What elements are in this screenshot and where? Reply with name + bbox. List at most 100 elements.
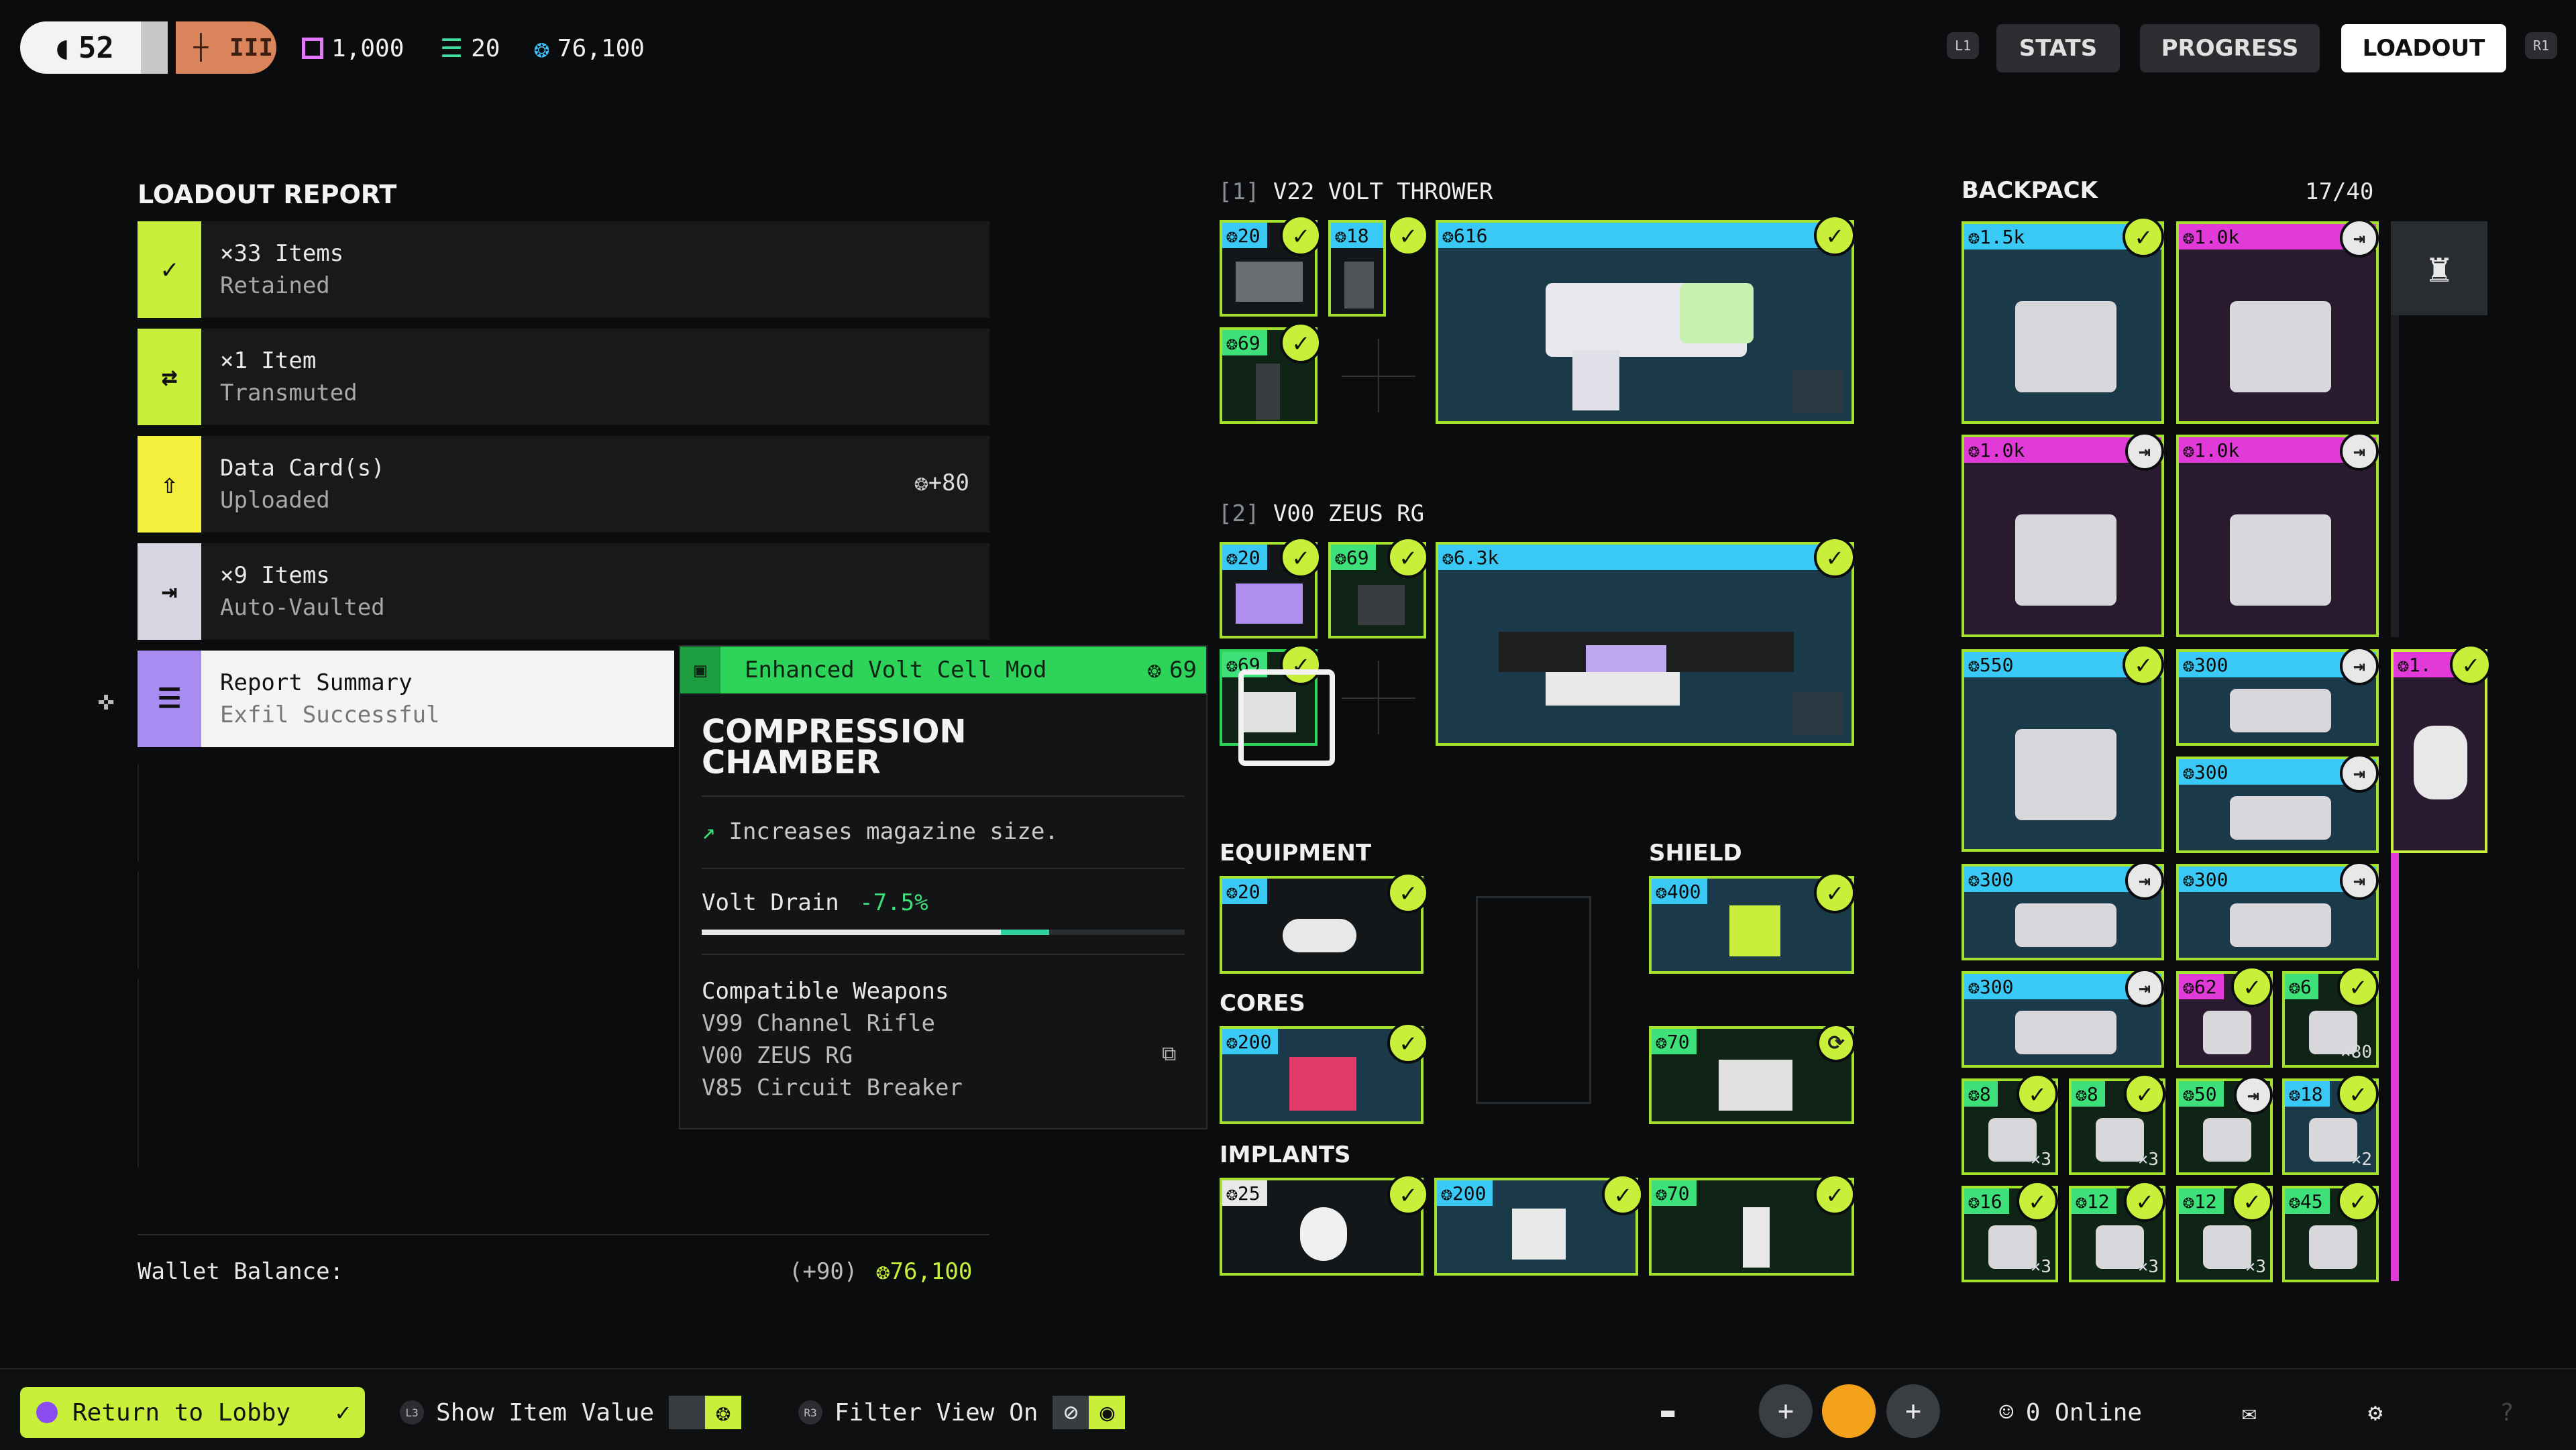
filter-view-toggle[interactable]: R3 Filter View On ⊘ ◉ xyxy=(798,1387,1126,1438)
item-image xyxy=(2015,729,2116,820)
shield-icon xyxy=(1729,905,1780,956)
shield-value: ❂ 400 xyxy=(1652,879,1708,904)
check-icon: ✓ xyxy=(335,1398,350,1427)
vault-icon: ⇥ xyxy=(2340,219,2379,258)
weapon-slot: [2] xyxy=(1218,500,1260,527)
credits-icon: ❂ xyxy=(1147,657,1162,683)
item-value: ❂6 xyxy=(2285,974,2318,999)
mod-image xyxy=(1358,585,1405,625)
weapon-2-main-slot[interactable]: ❂ 6.3k xyxy=(1436,542,1854,746)
item-image xyxy=(1988,1225,2037,1269)
upload-icon: ⇧ xyxy=(138,436,201,533)
item-quantity: ×3 xyxy=(2030,1257,2051,1277)
check-icon: ✓ xyxy=(1814,872,1856,913)
grid-icon xyxy=(669,1396,706,1429)
implant-image xyxy=(1300,1207,1347,1261)
return-label: Return to Lobby xyxy=(72,1398,291,1427)
report-row-transmuted[interactable]: ⇄ ×1 Item Transmuted xyxy=(138,329,989,425)
online-friends[interactable]: ☺ 0 Online xyxy=(1999,1387,2142,1438)
mod-image xyxy=(1256,364,1280,420)
return-to-lobby-button[interactable]: Return to Lobby ✓ xyxy=(20,1387,365,1438)
value-text: 69 xyxy=(1346,546,1369,569)
help-icon[interactable]: ? xyxy=(2500,1387,2514,1438)
wallet-balance: ❂76,100 xyxy=(876,1258,972,1285)
backpack-scrollbar[interactable] xyxy=(2391,315,2399,637)
check-icon: ✓ xyxy=(1280,215,1322,256)
implant-image xyxy=(1743,1207,1770,1268)
credits-value: 76,100 xyxy=(557,34,645,62)
item-value: ❂62 xyxy=(2179,974,2224,999)
vault-icon: ⇥ xyxy=(2125,432,2164,471)
mail-icon[interactable]: ✉ xyxy=(2242,1387,2257,1438)
vault-icon: ⇥ xyxy=(138,543,201,640)
report-row-vaulted[interactable]: ⇥ ×9 Items Auto-Vaulted xyxy=(138,543,989,640)
avatar[interactable] xyxy=(1822,1384,1876,1438)
shield-title: SHIELD xyxy=(1649,840,1742,867)
stat-bar xyxy=(702,930,1185,935)
tab-progress[interactable]: PROGRESS xyxy=(2140,24,2320,72)
item-image xyxy=(1988,1118,2037,1162)
tab-stats[interactable]: STATS xyxy=(1996,24,2120,72)
stack-icon: ☰ xyxy=(440,34,464,63)
show-item-value-toggle[interactable]: L3 Show Item Value ❂ xyxy=(400,1387,742,1438)
player-silhouette-icon[interactable]: ♜ xyxy=(2391,221,2487,315)
row-line2: Auto-Vaulted xyxy=(220,594,385,621)
item-image xyxy=(2414,726,2467,799)
row-line2: Transmuted xyxy=(220,380,358,406)
credits-icon: ❂ xyxy=(705,1396,742,1429)
weapon-value: ❂ 6.3k xyxy=(1438,545,1851,570)
check-icon: ✓ xyxy=(2231,1180,2273,1222)
tooltip-title-line2: CHAMBER xyxy=(702,744,881,781)
row-line1: ×1 Item xyxy=(220,347,317,374)
backpack-scrollbar-thumb[interactable] xyxy=(2391,852,2399,1281)
add-party-member-button[interactable]: + xyxy=(1759,1384,1813,1438)
check-icon: ✓ xyxy=(2017,1180,2058,1222)
wallet-value: 76,100 xyxy=(890,1258,973,1285)
implant-value: ❂ 25 xyxy=(1222,1180,1267,1206)
item-image xyxy=(2309,1118,2357,1162)
report-row-uploaded[interactable]: ⇧ Data Card(s) Uploaded ❂+80 xyxy=(138,436,989,533)
check-icon: ✓ xyxy=(1602,1174,1644,1215)
divider xyxy=(702,868,1185,869)
core-value: ❂ 70 xyxy=(1652,1029,1697,1054)
mod-image xyxy=(1236,583,1303,624)
report-row-summary[interactable]: ☰ Report Summary Exfil Successful xyxy=(138,651,674,747)
tooltip-header: ▣ Enhanced Volt Cell Mod ❂ 69 xyxy=(680,647,1206,693)
check-icon: ✓ xyxy=(1814,1174,1856,1215)
description-text: Increases magazine size. xyxy=(729,818,1059,845)
item-image xyxy=(2015,1011,2116,1054)
compatible-weapon: V85 Circuit Breaker xyxy=(702,1074,963,1101)
gear-icon[interactable]: ⚙ xyxy=(2368,1387,2383,1438)
value-text: 400 xyxy=(1666,880,1701,903)
value-text: 70 xyxy=(1666,1182,1690,1205)
report-row-retained[interactable]: ✓ ×33 Items Retained xyxy=(138,221,989,318)
player-level: 52 xyxy=(78,30,114,65)
eye-icon: ◉ xyxy=(1089,1396,1126,1429)
weapon-1-main-slot[interactable]: ❂ 616 xyxy=(1436,220,1854,424)
equipment-title: EQUIPMENT xyxy=(1220,840,1372,867)
tab-loadout[interactable]: LOADOUT xyxy=(2341,24,2506,72)
mod-value: ❂ 18 xyxy=(1331,223,1383,248)
row-line1: ×9 Items xyxy=(220,562,330,589)
check-icon: ✓ xyxy=(2337,1073,2379,1115)
dpad-cursor-icon: ✜ xyxy=(98,685,115,716)
cores-title: CORES xyxy=(1220,990,1305,1017)
mod-value: ❂ 20 xyxy=(1222,223,1267,248)
mod-value: ❂ 69 xyxy=(1222,330,1267,355)
tooltip-description: ↗ Increases magazine size. xyxy=(702,818,1059,845)
show-value-label: Show Item Value xyxy=(436,1398,655,1427)
equipment-image xyxy=(1283,919,1356,952)
friends-icon: ☺ xyxy=(1999,1398,2014,1427)
add-party-member-button[interactable]: + xyxy=(1886,1384,1940,1438)
value-text: 20 xyxy=(1237,546,1260,569)
mod-image xyxy=(1344,262,1374,309)
chat-icon[interactable]: ▬ xyxy=(1661,1387,1674,1438)
weapon-1-mod-slot[interactable]: ❂ 18 xyxy=(1328,220,1386,317)
options-key-icon xyxy=(36,1402,58,1423)
compatible-weapon: V99 Channel Rifle xyxy=(702,1010,935,1037)
body-silhouette xyxy=(1476,896,1591,1104)
item-tooltip: ▣ Enhanced Volt Cell Mod ❂ 69 COMPRESSIO… xyxy=(679,645,1208,1129)
check-icon: ✓ xyxy=(138,221,201,318)
item-quantity: ×3 xyxy=(2030,1150,2051,1170)
check-icon: ✓ xyxy=(1387,215,1429,256)
